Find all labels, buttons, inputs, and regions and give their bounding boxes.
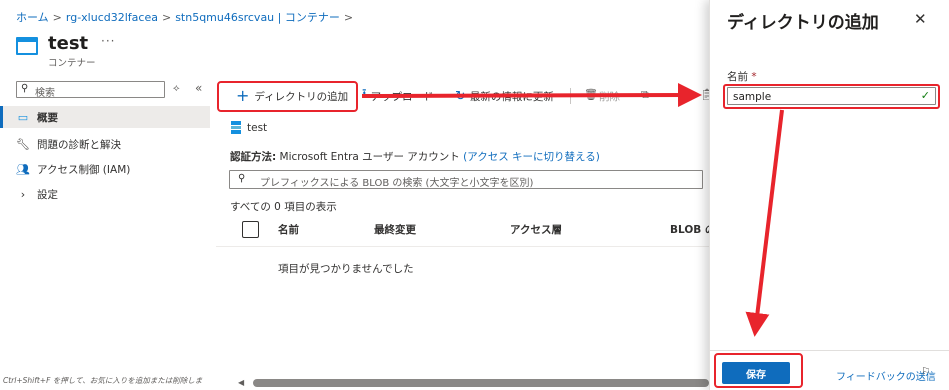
toolbar-divider	[570, 88, 571, 104]
column-header-access-tier[interactable]: アクセス層	[510, 222, 562, 237]
sidebar-search-placeholder: 検索	[35, 88, 55, 99]
refresh-icon: ↻	[455, 88, 466, 104]
search-icon: ⚲	[238, 173, 246, 184]
page-title: test	[48, 33, 89, 54]
column-header-last-modified[interactable]: 最終変更	[374, 222, 416, 237]
blob-search-input[interactable]: ⚲ プレフィックスによる BLOB の検索 (大文字と小文字を区別)	[229, 170, 703, 189]
sidebar-item-label: 問題の診断と解決	[37, 138, 121, 151]
add-directory-panel	[709, 0, 949, 390]
column-header-name[interactable]: 名前	[278, 222, 299, 237]
search-icon: ⚲	[21, 83, 29, 94]
name-input-highlight	[723, 84, 940, 109]
breadcrumb-separator: >	[52, 11, 62, 24]
auth-label: 認証方法:	[230, 151, 277, 163]
item-count: すべての 0 項目の表示	[230, 201, 337, 213]
upload-icon: ⭱	[362, 87, 367, 102]
chevron-right-icon: ›	[20, 187, 26, 201]
delete-label[interactable]: 削除	[599, 89, 620, 104]
collapse-sidebar-icon[interactable]: «	[195, 81, 202, 95]
container-icon	[16, 37, 38, 55]
container-icon: ▭	[17, 110, 29, 124]
breadcrumb-separator: >	[161, 11, 172, 24]
sidebar-options-icon[interactable]: ⟡	[173, 83, 180, 94]
column-header-blob-type[interactable]: BLOB の種	[670, 222, 709, 237]
sidebar-item-label: 概要	[37, 111, 58, 124]
wrench-icon: 🔧︎	[16, 137, 30, 151]
breadcrumb-separator: >	[343, 11, 354, 24]
name-field-label: 名前 *	[727, 69, 757, 84]
more-options-icon[interactable]: ···	[101, 34, 115, 48]
refresh-button[interactable]: ↻ 最新の情報に更新	[455, 87, 554, 105]
page-subtitle: コンテナー	[48, 58, 96, 69]
panel-footer-divider	[709, 350, 949, 351]
shortcut-hint: Ctrl+Shift+F を押して、お気に入りを追加または削除しま	[3, 376, 203, 385]
people-icon: 👥︎	[16, 162, 30, 176]
scroll-left-arrow-icon[interactable]: ◀	[238, 378, 244, 387]
sidebar-item-label: 設定	[37, 188, 58, 201]
panel-title: ディレクトリの追加	[727, 13, 879, 33]
auth-value: Microsoft Entra ユーザー アカウント	[279, 151, 460, 163]
sidebar-item-overview[interactable]: ▭ 概要	[16, 107, 58, 127]
add-directory-highlight	[217, 81, 358, 112]
sidebar-item-diagnose[interactable]: 🔧︎ 問題の診断と解決	[16, 134, 121, 154]
upload-label: アップロード	[370, 90, 434, 103]
close-icon[interactable]: ✕	[914, 10, 927, 28]
name-label-text: 名前	[727, 71, 748, 83]
empty-message: 項目が見つかりませんでした	[278, 263, 414, 275]
sidebar-item-settings[interactable]: › 設定	[16, 184, 58, 204]
horizontal-scrollbar[interactable]	[253, 379, 709, 387]
sidebar-item-label: アクセス制御 (IAM)	[37, 163, 131, 176]
breadcrumb-home[interactable]: ホーム	[16, 11, 49, 24]
save-button-highlight	[714, 353, 803, 388]
breadcrumb-resource-group[interactable]: rg-xlucd32lfacea	[66, 11, 158, 24]
container-stack-icon	[231, 121, 241, 134]
upload-button[interactable]: ⭱ アップロード	[362, 87, 434, 105]
blob-search-placeholder: プレフィックスによる BLOB の検索 (大文字と小文字を区別)	[260, 178, 534, 189]
auth-method: 認証方法: Microsoft Entra ユーザー アカウント (アクセス キ…	[230, 149, 600, 164]
table-divider	[216, 246, 709, 247]
current-folder-name: test	[247, 122, 268, 134]
delete-icon[interactable]: 🗑︎	[584, 88, 598, 101]
sidebar-search-input[interactable]: ⚲ 検索	[16, 81, 165, 99]
switch-to-access-key-link[interactable]: (アクセス キーに切り替える)	[463, 151, 600, 163]
sidebar-item-iam[interactable]: 👥︎ アクセス制御 (IAM)	[16, 159, 130, 179]
feedback-icon[interactable]: ⚐	[921, 365, 931, 378]
breadcrumb: ホーム > rg-xlucd32lfacea > stn5qmu46srcvau | コ…	[16, 9, 357, 25]
copy-icon[interactable]: ⧉	[641, 88, 649, 102]
refresh-label: 最新の情報に更新	[469, 90, 554, 103]
required-mark: *	[751, 71, 757, 83]
breadcrumb-storage-account[interactable]: stn5qmu46srcvau | コンテナー	[175, 11, 340, 24]
select-all-checkbox[interactable]	[242, 221, 259, 238]
